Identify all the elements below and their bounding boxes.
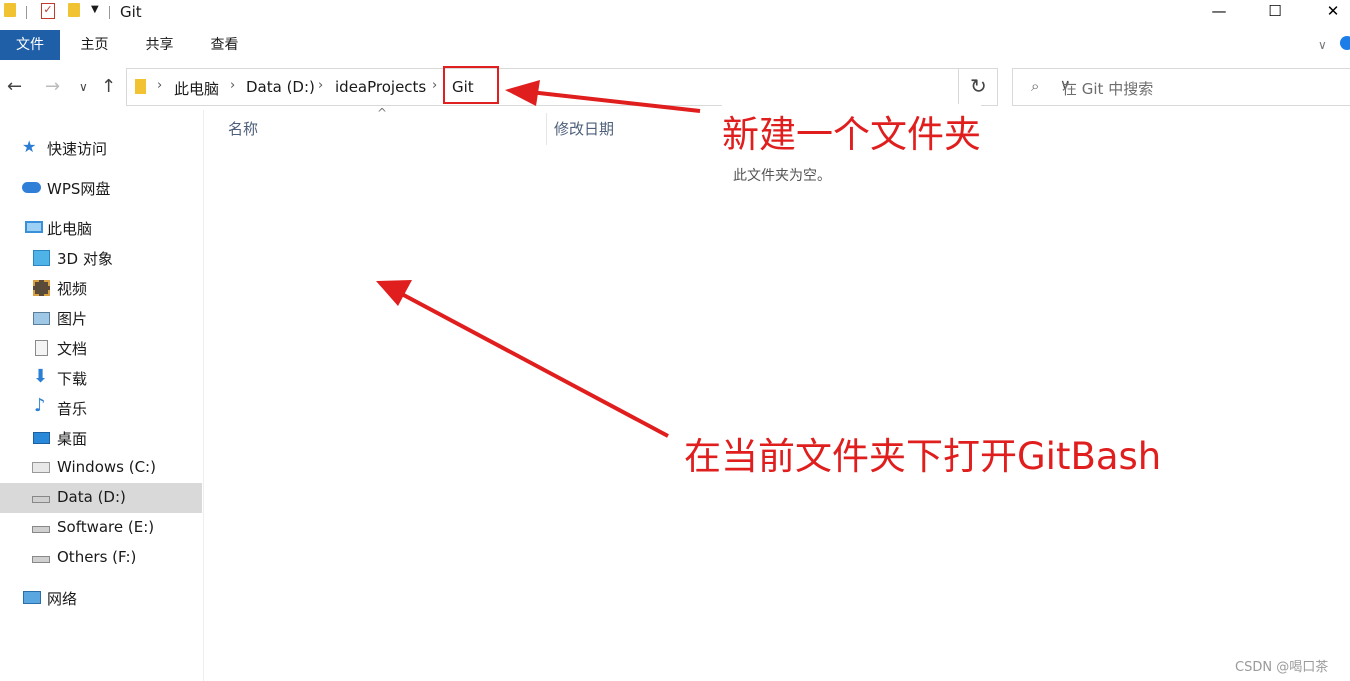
sidebar-item-software-e[interactable]: Software (E:) [0, 513, 202, 543]
title-bar: ✓ ▼ Git — ☐ ✕ [0, 0, 1350, 25]
sidebar-item-wps-drive[interactable]: WPS网盘 [0, 173, 202, 203]
properties-icon[interactable]: ✓ [41, 3, 55, 19]
sidebar-item-label: 音乐 [57, 400, 88, 418]
back-icon[interactable]: ← [7, 76, 22, 97]
music-icon: ♪ [34, 395, 46, 416]
breadcrumb-data-drive[interactable]: Data (D:) [246, 78, 315, 96]
help-icon[interactable] [1340, 36, 1350, 50]
sidebar-item-videos[interactable]: 视频 [0, 273, 202, 303]
sidebar-item-label: 图片 [57, 310, 88, 328]
drive-icon [32, 526, 50, 533]
picture-icon [33, 312, 50, 325]
windows-drive-icon [32, 462, 50, 473]
sidebar-item-label: Data (D:) [57, 488, 126, 506]
document-icon [35, 340, 48, 356]
expand-ribbon-icon[interactable]: ∨ [1318, 38, 1327, 52]
arrowhead [376, 280, 412, 306]
annotation-new-folder: 新建一个文件夹 [722, 104, 981, 158]
cube-icon [33, 250, 50, 266]
network-icon [23, 591, 41, 604]
chevron-right-icon[interactable]: › [230, 78, 235, 93]
highlight-box [443, 66, 499, 104]
sidebar-item-windows-c[interactable]: Windows (C:) [0, 453, 202, 483]
annotation-open-gitbash: 在当前文件夹下打开GitBash [684, 435, 1162, 478]
drive-icon [32, 556, 50, 563]
download-icon: ⬇ [33, 366, 49, 387]
sidebar-item-documents[interactable]: 文档 [0, 333, 202, 363]
sidebar-item-label: 网络 [47, 590, 78, 608]
new-folder-icon[interactable] [68, 3, 80, 17]
tab-home[interactable]: 主页 [72, 30, 117, 60]
sidebar-item-quick-access[interactable]: ★ 快速访问 [0, 133, 202, 163]
sort-ascending-icon: ^ [377, 106, 388, 120]
ribbon-tabs: 文件 主页 共享 查看 ∨ [0, 30, 1350, 60]
watermark: CSDN @喝口茶 [1235, 660, 1329, 675]
sidebar-item-downloads[interactable]: ⬇ 下载 [0, 363, 202, 393]
sidebar-item-label: WPS网盘 [47, 180, 111, 198]
sidebar-item-label: Software (E:) [57, 518, 155, 536]
recent-locations-icon[interactable]: ∨ [79, 80, 88, 94]
sidebar-item-label: 桌面 [57, 430, 88, 448]
breadcrumb-this-pc[interactable]: 此电脑 [174, 78, 219, 99]
maximize-button[interactable]: ☐ [1252, 0, 1298, 25]
up-icon[interactable]: ↑ [101, 76, 116, 97]
close-button[interactable]: ✕ [1310, 0, 1350, 25]
sidebar-item-label: Windows (C:) [57, 458, 156, 476]
breadcrumb-ideaprojects[interactable]: ideaProjects [335, 78, 426, 96]
tab-share[interactable]: 共享 [137, 30, 182, 60]
sidebar-item-label: 视频 [57, 280, 88, 298]
sidebar-item-desktop[interactable]: 桌面 [0, 423, 202, 453]
search-icon: ⌕ [1031, 77, 1040, 95]
cloud-icon [22, 182, 41, 193]
divider [958, 68, 959, 106]
chevron-right-icon[interactable]: › [432, 78, 437, 93]
tab-file[interactable]: 文件 [0, 30, 60, 60]
chevron-right-icon[interactable]: › [318, 78, 323, 93]
navigation-pane: ★ 快速访问 WPS网盘 此电脑 3D 对象 视频 图片 文档 ⬇ 下载 ♪ 音… [0, 110, 203, 681]
divider[interactable] [546, 113, 547, 145]
sidebar-item-others-f[interactable]: Others (F:) [0, 543, 202, 573]
divider [109, 6, 110, 19]
sidebar-item-label: 快速访问 [47, 140, 108, 158]
minimize-button[interactable]: — [1196, 0, 1242, 25]
desktop-icon [33, 432, 50, 444]
tab-view[interactable]: 查看 [202, 30, 247, 60]
empty-folder-message: 此文件夹为空。 [733, 168, 831, 184]
sidebar-item-label: 此电脑 [47, 220, 93, 238]
column-header-date[interactable]: 修改日期 [554, 118, 614, 139]
arrow-to-content-area [397, 290, 669, 438]
column-header-name[interactable]: 名称 [228, 118, 258, 139]
search-input[interactable]: 在 Git 中搜索 [1062, 78, 1153, 99]
divider [203, 110, 204, 681]
film-icon [33, 280, 50, 296]
sidebar-item-3d-objects[interactable]: 3D 对象 [0, 243, 202, 273]
folder-icon [135, 79, 146, 94]
chevron-right-icon[interactable]: › [157, 78, 162, 93]
sidebar-item-data-d[interactable]: Data (D:) [0, 483, 202, 513]
sidebar-item-network[interactable]: 网络 [0, 583, 202, 613]
window-title: Git [120, 3, 142, 21]
star-icon: ★ [22, 137, 37, 156]
sidebar-item-label: Others (F:) [57, 548, 137, 566]
sidebar-item-label: 文档 [57, 340, 88, 358]
folder-icon [4, 3, 16, 17]
forward-icon[interactable]: → [45, 76, 60, 97]
refresh-icon[interactable]: ↻ [970, 74, 987, 98]
address-bar[interactable]: › 此电脑 › Data (D:) › ideaProjects › Git ∨ [126, 68, 1070, 106]
sidebar-item-label: 下载 [57, 370, 88, 388]
sidebar-item-pictures[interactable]: 图片 [0, 303, 202, 333]
drive-icon [32, 496, 50, 503]
sidebar-item-label: 3D 对象 [57, 250, 113, 268]
divider [26, 6, 27, 19]
search-box[interactable]: ⌕ 在 Git 中搜索 [1012, 68, 1350, 106]
computer-icon [25, 221, 43, 233]
chevron-down-icon[interactable]: ▼ [91, 4, 99, 15]
sidebar-item-this-pc[interactable]: 此电脑 [0, 213, 202, 243]
sidebar-item-music[interactable]: ♪ 音乐 [0, 393, 202, 423]
